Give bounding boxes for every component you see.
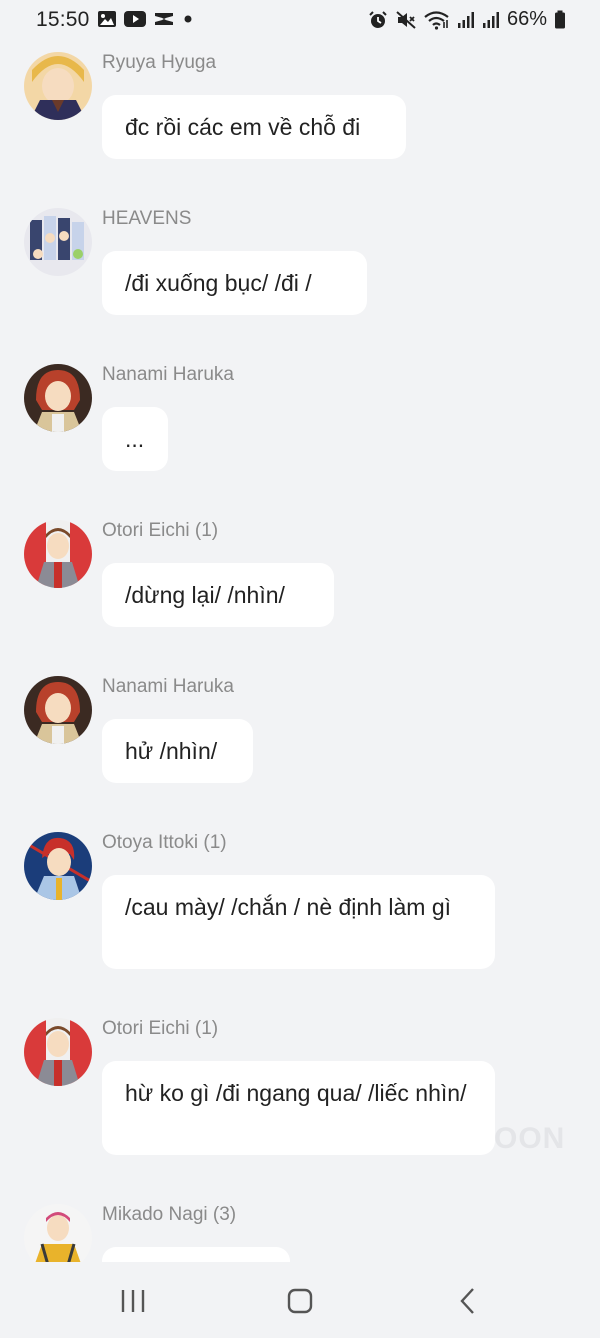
chat-message: Otoya Ittoki (1) /cau mày/ /chắn / nè đị…: [24, 820, 584, 990]
message-bubble[interactable]: hừ ko gì /đi ngang qua/ /liếc nhìn/: [102, 1061, 495, 1155]
home-icon: [287, 1288, 313, 1314]
status-right-icons: 66%: [368, 8, 566, 31]
sender-name: Otoya Ittoki (1): [102, 832, 227, 853]
recent-apps-button[interactable]: [113, 1284, 153, 1318]
alarm-icon: [369, 10, 387, 28]
signal-icon: [457, 11, 474, 28]
message-bubble[interactable]: /đi xuống bục/ /đi /: [102, 251, 367, 315]
home-button[interactable]: [280, 1284, 320, 1318]
chat-list[interactable]: Ryuya Hyuga đc rồi các em về chỗ đi HEAV…: [0, 40, 600, 1262]
status-bar: 15:50 66%: [0, 0, 600, 40]
avatar[interactable]: [24, 520, 92, 588]
message-bubble[interactable]: hử /nhìn/: [102, 719, 253, 783]
status-left-icons: [97, 10, 195, 28]
avatar[interactable]: [24, 1018, 92, 1086]
avatar[interactable]: [24, 676, 92, 744]
chat-message: Mikado Nagi (3): [24, 1192, 584, 1262]
wifi-icon: [424, 10, 449, 30]
sender-name: Otori Eichi (1): [102, 1018, 219, 1039]
back-icon: [460, 1288, 474, 1314]
youtube-icon: [124, 11, 146, 27]
message-bubble[interactable]: ...: [102, 407, 168, 471]
battery-icon: [555, 10, 565, 28]
message-bubble[interactable]: [102, 1247, 290, 1262]
chat-message: Ryuya Hyuga đc rồi các em về chỗ đi: [24, 40, 584, 180]
recent-apps-icon: [121, 1290, 145, 1312]
chat-message: Nanami Haruka hử /nhìn/: [24, 664, 584, 804]
chat-message: Nanami Haruka ...: [24, 352, 584, 492]
chat-message: Otori Eichi (1) /dừng lại/ /nhìn/: [24, 508, 584, 648]
status-time: 15:50: [36, 8, 90, 31]
sender-name: Nanami Haruka: [102, 364, 234, 385]
navigation-bar: [0, 1262, 600, 1338]
avatar[interactable]: [24, 364, 92, 432]
sender-name: HEAVENS: [102, 208, 192, 229]
sender-name: Mikado Nagi (3): [102, 1204, 237, 1225]
mute-icon: [396, 10, 416, 29]
message-bubble[interactable]: /cau mày/ /chắn / nè định làm gì: [102, 875, 495, 969]
message-bubble[interactable]: /dừng lại/ /nhìn/: [102, 563, 334, 627]
sender-name: Ryuya Hyuga: [102, 52, 217, 73]
sender-name: Nanami Haruka: [102, 676, 234, 697]
capcut-icon: [155, 13, 173, 25]
avatar[interactable]: [24, 1204, 92, 1262]
avatar[interactable]: [24, 832, 92, 900]
avatar[interactable]: [24, 52, 92, 120]
chat-message: HEAVENS /đi xuống bục/ /đi /: [24, 196, 584, 336]
back-button[interactable]: [448, 1284, 488, 1318]
message-bubble[interactable]: đc rồi các em về chỗ đi: [102, 95, 406, 159]
sender-name: Otori Eichi (1): [102, 520, 219, 541]
watermark: OON: [494, 1122, 566, 1155]
gallery-icon: [98, 11, 116, 27]
avatar[interactable]: [24, 208, 92, 276]
signal-icon-2: [482, 11, 499, 28]
dot-icon: [184, 15, 192, 23]
battery-percent: 66%: [506, 8, 547, 30]
